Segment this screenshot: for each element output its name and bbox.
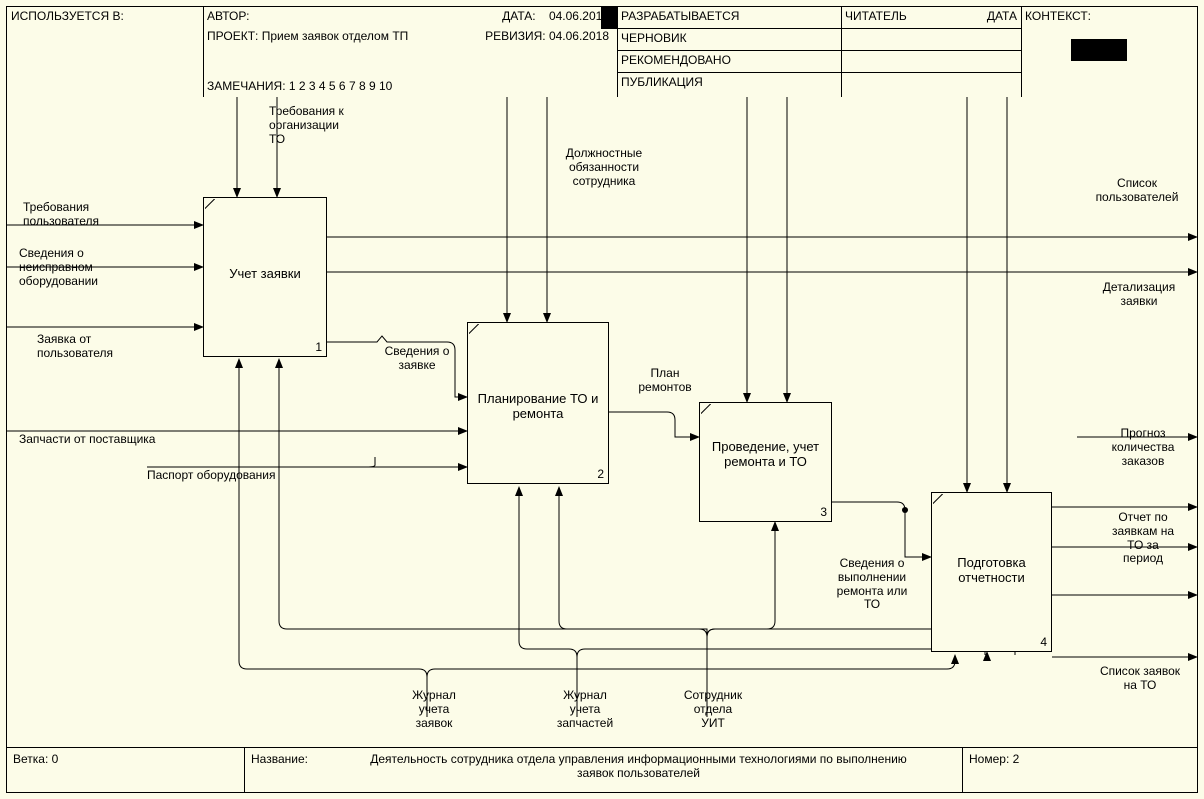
lbl-report: Отчет позаявкам наТО запериод (1093, 511, 1193, 566)
reader-row: ЧИТАТЕЛЬ ДАТА (841, 7, 1021, 29)
lbl-forecast: Прогнозколичествазаказов (1093, 427, 1193, 468)
lbl-user-app: Заявка отпользователя (37, 333, 137, 361)
lbl-parts-log: Журналучетазапчастей (545, 689, 625, 730)
box-2: Планирование ТО и ремонта 2 (467, 322, 609, 484)
lbl-parts-sup: Запчасти от поставщика (19, 433, 199, 447)
status-developing: РАЗРАБАТЫВАЕТСЯ (617, 7, 841, 29)
lbl-users-list: Списокпользователей (1087, 177, 1187, 205)
footer: Ветка: 0 Название: Деятельность сотрудни… (7, 747, 1197, 792)
lbl-to-list: Список заявокна ТО (1085, 665, 1195, 693)
revision: РЕВИЗИЯ: 04.06.2018 (481, 27, 613, 45)
lbl-app-info: Сведения озаявке (377, 345, 457, 373)
used-in-label: ИСПОЛЬЗУЕТСЯ В: (7, 7, 203, 25)
status-publication: ПУБЛИКАЦИЯ (617, 73, 841, 95)
lbl-passport: Паспорт оборудования (147, 469, 327, 483)
lbl-app-detail: Детализациязаявки (1089, 281, 1189, 309)
lbl-repair-plan: Планремонтов (625, 367, 705, 395)
status-marker (601, 7, 617, 29)
lbl-duties: Должностныеобязанностисотрудника (559, 147, 649, 188)
header: ИСПОЛЬЗУЕТСЯ В: АВТОР: ДАТА: 04.06.2018 … (7, 7, 1197, 98)
box-4: Подготовка отчетности 4 (931, 492, 1052, 652)
lbl-repair-done: Сведения овыполненииремонта илиТО (827, 557, 917, 612)
date: ДАТА: 04.06.2018 (498, 7, 613, 25)
lbl-equip-info: Сведения онеисправномоборудовании (19, 247, 129, 288)
status-draft: ЧЕРНОВИК (617, 29, 841, 51)
lbl-app-log: Журналучетазаявок (399, 689, 469, 730)
lbl-req-org: Требования корганизацииТО (269, 105, 359, 146)
notes: ЗАМЕЧАНИЯ: 1 2 3 4 5 6 7 8 9 10 (203, 77, 396, 95)
footer-branch: Ветка: 0 (7, 748, 245, 792)
diagram-canvas: Учет заявки 1 Планирование ТО и ремонта … (7, 97, 1197, 748)
lbl-uit-emp: СотрудникотделаУИТ (673, 689, 753, 730)
project: ПРОЕКТ: Прием заявок отделом ТП (203, 27, 412, 45)
footer-number: Номер: 2 (963, 748, 1197, 792)
box-3: Проведение, учет ремонта и ТО 3 (699, 402, 832, 522)
author-label: АВТОР: (203, 7, 253, 25)
footer-title: Название: Деятельность сотрудника отдела… (245, 748, 963, 792)
context-label: КОНТЕКСТ: (1021, 7, 1197, 25)
lbl-user-req: Требованияпользователя (23, 201, 123, 229)
status-recommended: РЕКОМЕНДОВАНО (617, 51, 841, 73)
context-blackbox (1071, 39, 1127, 61)
box-1: Учет заявки 1 (203, 197, 327, 357)
